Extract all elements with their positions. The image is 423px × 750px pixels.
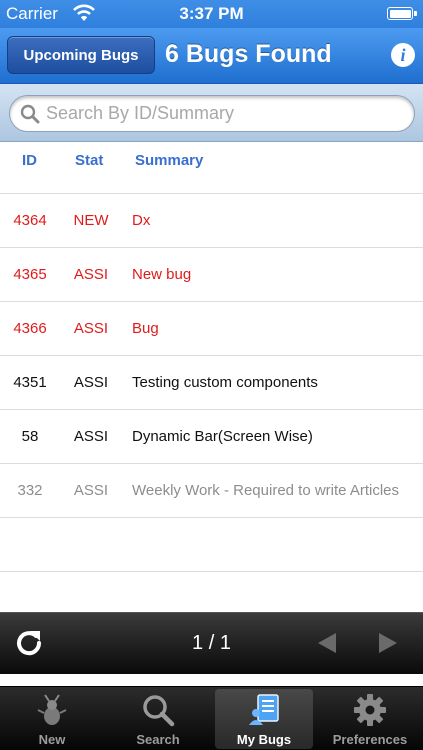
bug-row[interactable]: 4364 NEW Dx <box>0 194 423 248</box>
bug-status: ASSI <box>73 428 109 445</box>
tab-new-label: New <box>38 732 66 747</box>
page-title: 6 Bugs Found <box>165 40 332 68</box>
document-person-icon <box>249 694 279 725</box>
bug-summary: Bug <box>132 320 159 337</box>
bug-id: 4366 <box>13 320 47 337</box>
tab-preferences[interactable]: Preferences <box>321 689 419 749</box>
bug-list: 4364 NEW Dx 4365 ASSI New bug 4366 ASSI … <box>0 194 423 572</box>
bug-summary: Testing custom components <box>132 374 318 391</box>
status-bar: Carrier 3:37 PM <box>0 0 423 28</box>
upcoming-bugs-button[interactable]: Upcoming Bugs <box>7 36 155 74</box>
bug-row[interactable]: 4366 ASSI Bug <box>0 302 423 356</box>
page-indicator: 1 / 1 <box>192 632 231 654</box>
previous-page-icon[interactable] <box>316 631 338 655</box>
tab-my-bugs-label: My Bugs <box>236 732 292 747</box>
bug-id: 332 <box>17 482 43 499</box>
battery-icon <box>387 7 417 20</box>
column-header-id: ID <box>22 152 37 169</box>
search-input[interactable] <box>46 96 406 131</box>
bug-id: 4364 <box>13 212 47 229</box>
bug-row[interactable]: 4365 ASSI New bug <box>0 248 423 302</box>
search-icon <box>20 104 40 124</box>
gear-icon <box>354 694 386 726</box>
bug-summary: New bug <box>132 266 192 283</box>
next-page-icon[interactable] <box>377 631 399 655</box>
pagination-toolbar: 1 / 1 <box>0 612 423 674</box>
bug-status: NEW <box>73 212 109 229</box>
bug-summary: Weekly Work - Required to write Articles <box>132 482 400 499</box>
column-header-stat: Stat <box>75 152 104 169</box>
bug-status: ASSI <box>73 320 109 337</box>
bug-row[interactable]: 332 ASSI Weekly Work - Required to write… <box>0 464 423 518</box>
bug-icon <box>37 694 67 725</box>
navigation-bar: Upcoming Bugs 6 Bugs Found i <box>0 28 423 84</box>
clock: 3:37 PM <box>179 4 244 23</box>
bug-row[interactable]: 4351 ASSI Testing custom components <box>0 356 423 410</box>
tab-new[interactable]: New <box>3 689 101 749</box>
empty-row <box>0 518 423 572</box>
table-header: ID Stat Summary <box>0 142 423 194</box>
column-header-summary: Summary <box>135 152 204 169</box>
tab-bar: New Search My Bugs Preferences <box>0 686 423 750</box>
bug-summary: Dynamic Bar(Screen Wise) <box>132 428 313 445</box>
search-field[interactable] <box>9 95 415 132</box>
bug-summary: Dx <box>132 212 151 229</box>
tab-search[interactable]: Search <box>109 689 207 749</box>
tab-preferences-label: Preferences <box>332 732 408 747</box>
bug-status: ASSI <box>73 482 109 499</box>
tab-search-label: Search <box>136 732 180 747</box>
info-icon[interactable]: i <box>391 43 415 67</box>
magnifier-icon <box>143 695 175 727</box>
tab-my-bugs[interactable]: My Bugs <box>215 689 313 749</box>
bug-row[interactable]: 58 ASSI Dynamic Bar(Screen Wise) <box>0 410 423 464</box>
search-bar <box>0 84 423 142</box>
bug-id: 4351 <box>13 374 47 391</box>
bug-status: ASSI <box>73 266 109 283</box>
bug-id: 58 <box>21 428 39 445</box>
bug-id: 4365 <box>13 266 47 283</box>
bug-status: ASSI <box>73 374 109 391</box>
